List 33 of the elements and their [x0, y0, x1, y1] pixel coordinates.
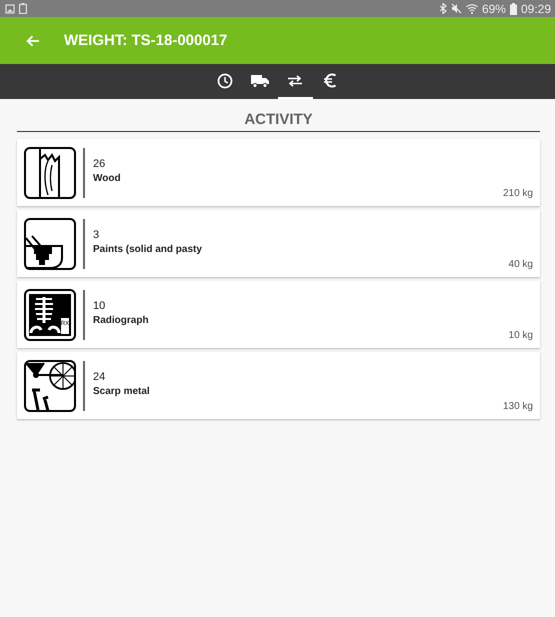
section-title: ACTIVITY	[17, 111, 540, 132]
item-code: 24	[93, 370, 106, 382]
bluetooth-icon	[438, 3, 447, 14]
item-weight: 130 kg	[502, 401, 533, 412]
screen-title: WEIGHT: TS-18-000017	[64, 32, 228, 49]
truck-icon	[251, 74, 269, 88]
battery-percent: 69%	[482, 2, 506, 16]
battery-icon	[510, 2, 517, 14]
wood-plank-icon	[24, 146, 76, 198]
image-icon	[5, 4, 15, 14]
scrap-metal-icon	[24, 360, 76, 412]
activity-card[interactable]: 24 Scarp metal 130 kg	[17, 352, 540, 419]
clock-icon	[217, 72, 233, 88]
back-arrow-icon	[26, 34, 40, 46]
euro-icon	[323, 73, 337, 88]
item-name: Paints (solid and pasty	[93, 244, 202, 254]
item-code: 26	[93, 158, 106, 170]
item-code: 10	[93, 300, 106, 312]
battery-saver-icon	[19, 3, 27, 14]
item-weight: 40 kg	[508, 259, 533, 270]
wifi-icon	[466, 3, 478, 14]
paint-bucket-icon	[24, 218, 76, 270]
item-weight: 10 kg	[508, 330, 533, 341]
activity-card[interactable]: 26 Wood 210 kg	[17, 139, 540, 206]
item-name: Radiograph	[93, 314, 149, 326]
mute-icon	[450, 3, 462, 14]
item-name: Wood	[93, 172, 121, 184]
activity-card[interactable]: 3 Paints (solid and pasty 40 kg	[17, 210, 540, 277]
clock-time: 09:29	[520, 2, 551, 16]
item-code: 3	[93, 228, 100, 240]
item-name: Scarp metal	[93, 386, 150, 396]
transfer-arrows-icon	[287, 74, 303, 86]
item-weight: 210 kg	[502, 188, 533, 199]
